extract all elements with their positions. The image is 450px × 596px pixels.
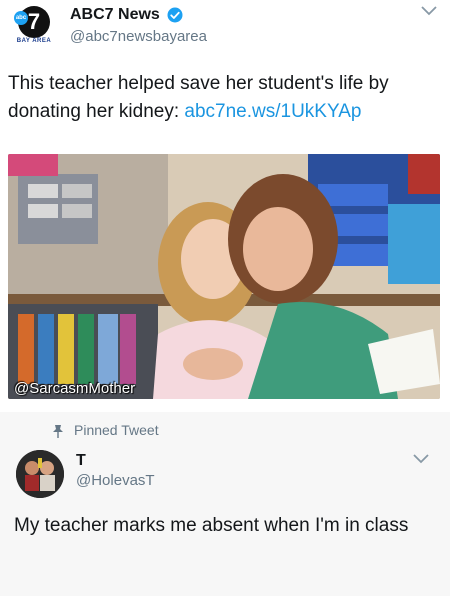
avatar-image bbox=[16, 450, 64, 498]
photo-watermark: @SarcasmMother bbox=[14, 380, 136, 397]
pinned-label: Pinned Tweet bbox=[74, 422, 159, 438]
tweet-card[interactable]: abc 7 BAY AREA ABC7 News @abc7newsbayare… bbox=[0, 0, 450, 410]
reply-author-name[interactable]: T bbox=[76, 452, 86, 470]
tweet-author-name[interactable]: ABC7 News bbox=[70, 6, 160, 24]
pinned-reply-tweet[interactable]: Pinned Tweet T @HolevasT My teacher mark… bbox=[0, 412, 450, 596]
classroom-photo-illustration bbox=[8, 154, 440, 399]
reply-author-handle[interactable]: @HolevasT bbox=[76, 472, 155, 489]
tweet-text: This teacher helped save her student's l… bbox=[8, 70, 438, 126]
abc7-logo-avatar[interactable]: abc 7 BAY AREA bbox=[12, 6, 56, 44]
verified-badge-icon bbox=[167, 7, 183, 23]
chevron-down-icon[interactable] bbox=[420, 4, 438, 18]
reply-text: My teacher marks me absent when I'm in c… bbox=[14, 515, 409, 536]
tweet-link[interactable]: abc7ne.ws/1UkKYAp bbox=[184, 101, 361, 122]
pin-icon bbox=[53, 425, 63, 438]
abc7-logo-circle: abc 7 bbox=[14, 6, 50, 38]
abc7-number: 7 bbox=[27, 9, 41, 34]
tweet-photo[interactable]: @SarcasmMother bbox=[8, 154, 440, 399]
abc-mark: abc bbox=[14, 11, 28, 25]
tweet-author-handle[interactable]: @abc7newsbayarea bbox=[70, 28, 207, 45]
logo-subtitle: BAY AREA bbox=[16, 38, 52, 44]
avatar[interactable] bbox=[16, 450, 64, 498]
chevron-down-icon[interactable] bbox=[412, 452, 430, 466]
